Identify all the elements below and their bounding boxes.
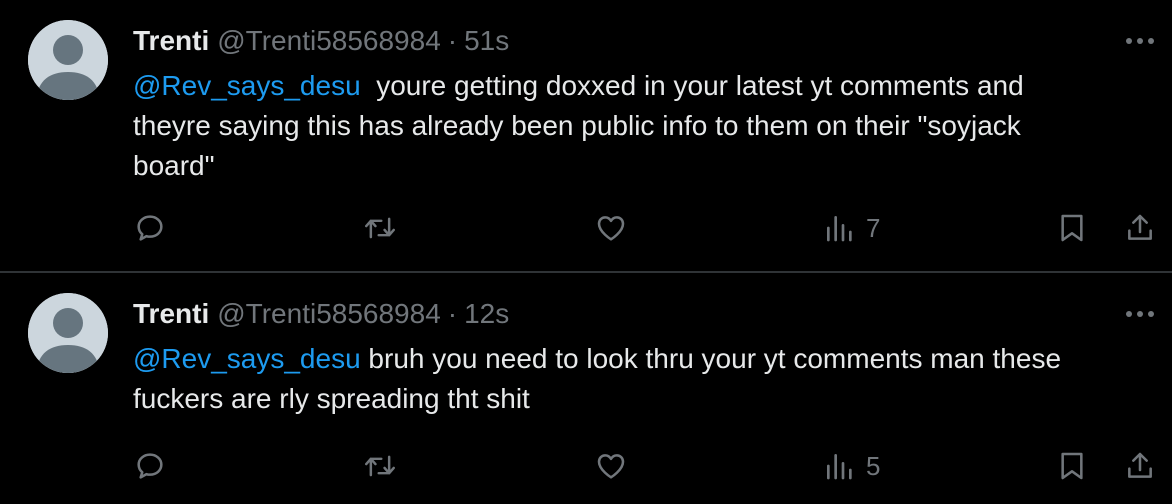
tweet-header: Trenti @Trenti58568984 · 12s xyxy=(133,297,509,331)
avatar[interactable] xyxy=(28,20,108,100)
views-button[interactable]: 5 xyxy=(824,449,880,483)
views-icon xyxy=(827,454,852,480)
views-count: 7 xyxy=(866,213,881,243)
like-button[interactable] xyxy=(594,211,628,245)
like-icon xyxy=(597,454,625,479)
timestamp[interactable]: 12s xyxy=(464,297,509,331)
more-options-button[interactable] xyxy=(1122,301,1158,327)
display-name[interactable]: Trenti xyxy=(133,24,209,58)
more-icon xyxy=(1126,311,1154,317)
display-name[interactable]: Trenti xyxy=(133,297,209,331)
views-button[interactable]: 7 xyxy=(824,211,880,245)
share-button[interactable] xyxy=(1123,211,1157,245)
mention-link[interactable]: @Rev_says_desu xyxy=(133,343,361,374)
retweet-icon xyxy=(365,455,395,477)
share-icon xyxy=(1128,452,1152,478)
views-icon xyxy=(827,216,852,242)
bookmark-button[interactable] xyxy=(1055,449,1089,483)
user-handle[interactable]: @Trenti58568984 xyxy=(217,297,441,331)
reply-icon xyxy=(137,453,163,479)
more-options-button[interactable] xyxy=(1122,28,1158,54)
default-avatar-icon xyxy=(28,293,108,373)
reply-button[interactable] xyxy=(133,449,167,483)
tweet[interactable]: Trenti @Trenti58568984 · 51s @Rev_says_d… xyxy=(0,0,1172,271)
like-icon xyxy=(597,216,625,241)
reply-button[interactable] xyxy=(133,211,167,245)
separator-dot: · xyxy=(447,298,458,329)
tweet-text: @Rev_says_desu bruh you need to look thr… xyxy=(133,339,1133,419)
timeline-feed: Trenti @Trenti58568984 · 51s @Rev_says_d… xyxy=(0,0,1172,504)
retweet-button[interactable] xyxy=(363,211,397,245)
user-handle[interactable]: @Trenti58568984 xyxy=(217,24,441,58)
tweet-header: Trenti @Trenti58568984 · 51s xyxy=(133,24,509,58)
share-icon xyxy=(1128,214,1152,240)
bookmark-icon xyxy=(1061,452,1083,480)
like-button[interactable] xyxy=(594,449,628,483)
separator-dot: · xyxy=(447,25,458,56)
retweet-button[interactable] xyxy=(363,449,397,483)
share-button[interactable] xyxy=(1123,449,1157,483)
views-count: 5 xyxy=(866,451,881,481)
more-icon xyxy=(1126,38,1154,44)
avatar[interactable] xyxy=(28,293,108,373)
mention-link[interactable]: @Rev_says_desu xyxy=(133,70,361,101)
reply-icon xyxy=(137,215,163,241)
tweet[interactable]: Trenti @Trenti58568984 · 12s @Rev_says_d… xyxy=(0,273,1172,504)
retweet-icon xyxy=(365,217,395,239)
bookmark-button[interactable] xyxy=(1055,211,1089,245)
timestamp[interactable]: 51s xyxy=(464,24,509,58)
bookmark-icon xyxy=(1061,214,1083,242)
default-avatar-icon xyxy=(28,20,108,100)
tweet-text: @Rev_says_desu youre getting doxxed in y… xyxy=(133,66,1133,186)
